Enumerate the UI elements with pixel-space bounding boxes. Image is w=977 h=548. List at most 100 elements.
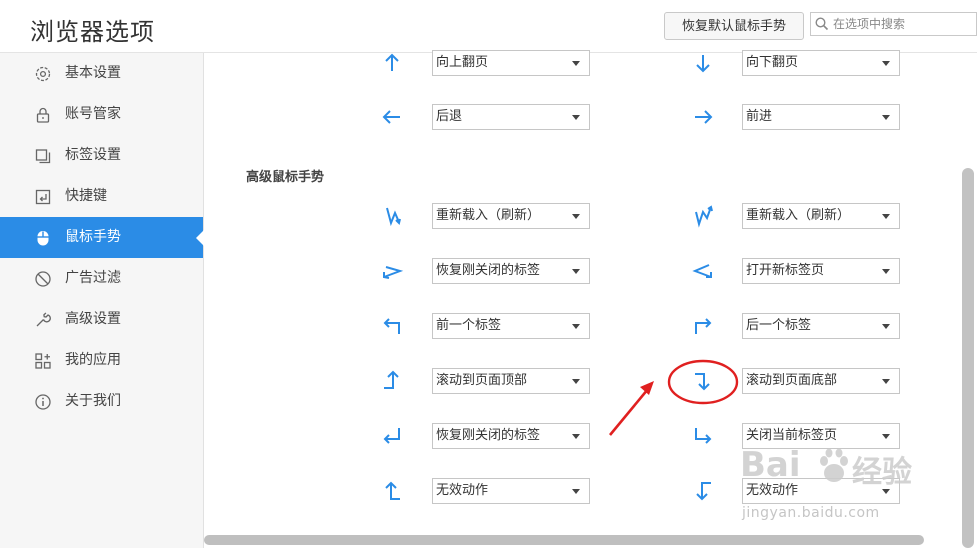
chevron-down-icon	[572, 115, 580, 120]
gesture-action-select[interactable]: 向下翻页	[742, 50, 900, 76]
gesture-action-select[interactable]: 恢复刚关闭的标签	[432, 258, 590, 284]
restore-default-gestures-button[interactable]: 恢复默认鼠标手势	[664, 12, 804, 40]
sidebar-item-basic-settings[interactable]: 基本设置	[0, 53, 203, 94]
sidebar-item-label: 标签设置	[65, 147, 121, 163]
select-value: 重新载入（刷新）	[436, 208, 541, 223]
gear-icon	[35, 66, 51, 82]
lock-icon	[36, 107, 50, 123]
sidebar: 基本设置 账号管家 标签设置 快捷键 鼠标手势 广告过滤 高级设置 我的应用 关…	[0, 53, 204, 548]
gesture-left-right-icon	[692, 264, 712, 278]
gesture-left-down-icon	[696, 482, 711, 501]
annotation-highlight	[608, 359, 739, 436]
gesture-down-icon	[696, 55, 710, 73]
chevron-down-icon	[882, 379, 890, 384]
sidebar-item-tabs[interactable]: 标签设置	[0, 135, 203, 176]
gesture-right-left-icon	[383, 266, 404, 279]
gesture-action-select[interactable]: 无效动作	[432, 478, 590, 504]
sidebar-item-mouse-gestures[interactable]: 鼠标手势	[0, 217, 204, 258]
sidebar-item-advanced-settings[interactable]: 高级设置	[0, 299, 203, 340]
horizontal-scrollbar[interactable]	[204, 535, 924, 545]
mouse-icon	[37, 231, 49, 246]
select-value: 滚动到页面顶部	[436, 373, 528, 388]
gesture-action-select[interactable]: 打开新标签页	[742, 258, 900, 284]
chevron-down-icon	[882, 214, 890, 219]
watermark-url: jingyan.baidu.com	[742, 505, 880, 521]
gesture-right-up-icon	[384, 370, 399, 389]
select-value: 向下翻页	[746, 55, 799, 70]
select-value: 打开新标签页	[746, 263, 825, 278]
header: 浏览器选项 恢复默认鼠标手势	[0, 0, 977, 53]
tabs-icon	[35, 149, 51, 164]
chevron-down-icon	[572, 489, 580, 494]
sidebar-item-label: 鼠标手势	[65, 229, 121, 245]
gesture-up-icon	[385, 53, 399, 71]
chevron-down-icon	[882, 61, 890, 66]
sidebar-item-label: 我的应用	[65, 352, 121, 368]
gesture-action-select[interactable]: 后退	[432, 104, 590, 130]
select-value: 关闭当前标签页	[746, 428, 838, 443]
gesture-down-left-icon	[383, 428, 400, 444]
chevron-down-icon	[572, 324, 580, 329]
sidebar-item-my-apps[interactable]: 我的应用	[0, 340, 203, 381]
chevron-down-icon	[572, 269, 580, 274]
select-value: 滚动到页面底部	[746, 373, 838, 388]
gesture-action-select[interactable]: 前进	[742, 104, 900, 130]
gesture-up-left-icon	[383, 318, 400, 334]
gesture-up-right-icon	[695, 318, 712, 334]
gesture-action-select[interactable]: 前一个标签	[432, 313, 590, 339]
gesture-action-select[interactable]: 恢复刚关闭的标签	[432, 423, 590, 449]
select-value: 后一个标签	[746, 318, 812, 333]
select-value: 前进	[746, 109, 773, 124]
wrench-icon	[36, 312, 51, 327]
info-icon	[35, 394, 51, 410]
sidebar-item-ad-filter[interactable]: 广告过滤	[0, 258, 203, 299]
sidebar-item-label: 基本设置	[65, 65, 121, 81]
sidebar-item-label: 快捷键	[65, 188, 107, 204]
sidebar-item-account[interactable]: 账号管家	[0, 94, 203, 135]
chevron-down-icon	[572, 434, 580, 439]
chevron-down-icon	[572, 61, 580, 66]
chevron-down-icon	[882, 434, 890, 439]
gesture-up-down-icon	[386, 207, 401, 227]
select-value: 恢复刚关闭的标签	[436, 263, 541, 278]
sidebar-item-label: 广告过滤	[65, 270, 121, 286]
sidebar-item-label: 高级设置	[65, 311, 121, 327]
chevron-down-icon	[882, 269, 890, 274]
chevron-down-icon	[882, 324, 890, 329]
keyboard-icon	[35, 189, 51, 205]
gesture-down-up-icon	[695, 205, 713, 228]
select-value: 重新载入（刷新）	[746, 208, 851, 223]
watermark-brand-left: Bai	[740, 445, 801, 485]
gesture-action-select[interactable]: 向上翻页	[432, 50, 590, 76]
sidebar-item-label: 账号管家	[65, 106, 121, 122]
select-value: 向上翻页	[436, 55, 489, 70]
gesture-action-select[interactable]: 后一个标签	[742, 313, 900, 339]
gesture-action-select[interactable]: 滚动到页面底部	[742, 368, 900, 394]
sidebar-item-label: 关于我们	[65, 393, 121, 409]
search-box[interactable]	[810, 12, 977, 36]
sidebar-item-about[interactable]: 关于我们	[0, 381, 203, 422]
select-value: 无效动作	[436, 483, 489, 498]
chevron-down-icon	[572, 214, 580, 219]
select-value: 前一个标签	[436, 318, 502, 333]
search-icon	[815, 17, 829, 31]
search-input[interactable]	[833, 15, 973, 33]
gesture-left-icon	[382, 110, 400, 124]
gesture-action-select[interactable]: 重新载入（刷新）	[432, 203, 590, 229]
chevron-down-icon	[572, 379, 580, 384]
vertical-scrollbar[interactable]	[962, 168, 974, 548]
chevron-down-icon	[882, 115, 890, 120]
gesture-action-select[interactable]: 滚动到页面顶部	[432, 368, 590, 394]
block-icon	[35, 271, 51, 287]
paw-icon	[820, 448, 848, 482]
gesture-left-up-icon	[385, 481, 400, 500]
select-value: 后退	[436, 109, 463, 124]
select-value: 恢复刚关闭的标签	[436, 428, 541, 443]
gesture-action-select[interactable]: 重新载入（刷新）	[742, 203, 900, 229]
watermark-brand-right: 经验	[852, 455, 912, 490]
apps-icon	[35, 353, 51, 369]
page-title: 浏览器选项	[30, 18, 155, 46]
gesture-right-icon	[695, 110, 713, 124]
sidebar-item-shortcuts[interactable]: 快捷键	[0, 176, 203, 217]
watermark-logo: Bai 经验 jingyan.baidu.com	[740, 445, 970, 545]
